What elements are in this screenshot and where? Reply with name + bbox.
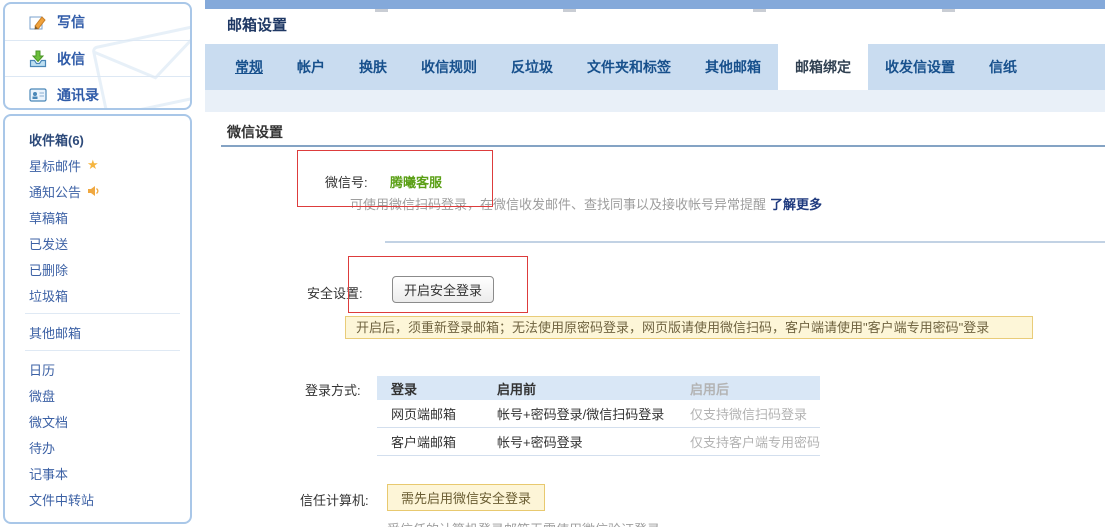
artifact-dash (563, 9, 576, 12)
sidebar-item-inbox[interactable]: 收件箱(6) (5, 126, 190, 152)
artifact-dash (753, 9, 766, 12)
learn-more-link[interactable]: 了解更多 (770, 197, 822, 212)
col-before-enable: 启用前 (497, 379, 690, 398)
weidisk-label: 微盘 (29, 386, 55, 405)
col-login: 登录 (377, 379, 497, 398)
annotation-box-secure-login (348, 256, 528, 313)
top-accent-bar (205, 0, 1105, 9)
todo-label: 待办 (29, 438, 55, 457)
sent-label: 已发送 (29, 234, 68, 253)
deleted-label: 已删除 (29, 260, 68, 279)
artifact-dash (942, 9, 955, 12)
section-divider (221, 145, 1105, 147)
tab-mail-rules[interactable]: 收信规则 (404, 44, 494, 90)
annotation-box-wechat-id (297, 150, 493, 207)
login-methods-table: 登录 启用前 启用后 网页端邮箱 帐号+密码登录/微信扫码登录 仅支持微信扫码登… (377, 376, 820, 456)
sidebar-item-weidisk[interactable]: 微盘 (5, 382, 190, 408)
trusted-computer-label: 信任计算机: (300, 490, 369, 509)
page-title: 邮箱设置 (227, 14, 287, 35)
col-after-enable: 启用后 (690, 379, 820, 398)
sidebar-item-contacts[interactable]: 通讯录 (5, 76, 190, 110)
tab-stationery[interactable]: 信纸 (972, 44, 1034, 90)
sidebar-item-starred[interactable]: 星标邮件 ★ (5, 152, 190, 178)
table-header-row: 登录 启用前 启用后 (377, 376, 820, 400)
trusted-computer-badge: 需先启用微信安全登录 (387, 484, 545, 511)
tab-general[interactable]: 常规 (218, 44, 280, 90)
sidebar-divider (25, 313, 180, 314)
sidebar-item-notices[interactable]: 通知公告 (5, 178, 190, 204)
other-mailbox-label: 其他邮箱 (29, 323, 81, 342)
notices-label: 通知公告 (29, 182, 81, 201)
sidebar-item-receive[interactable]: 收信 (5, 40, 190, 76)
wechat-settings-heading: 微信设置 (227, 122, 283, 142)
tab-account[interactable]: 帐户 (280, 44, 342, 90)
tab-mailbox-binding[interactable]: 邮箱绑定 (778, 44, 868, 90)
settings-tabbar: 常规 帐户 换肤 收信规则 反垃圾 文件夹和标签 其他邮箱 邮箱绑定 收发信设置… (205, 44, 1105, 90)
starred-label: 星标邮件 (29, 156, 81, 175)
receive-icon (29, 50, 47, 68)
sidebar-item-calendar[interactable]: 日历 (5, 356, 190, 382)
junk-label: 垃圾箱 (29, 286, 68, 305)
tab-skin[interactable]: 换肤 (342, 44, 404, 90)
tab-other-mailbox[interactable]: 其他邮箱 (688, 44, 778, 90)
sidebar-item-compose[interactable]: 写信 (5, 4, 190, 40)
app-window: 写信 收信 通讯录 收件箱(6) 星标邮 (0, 0, 1105, 527)
sidebar-folders-panel: 收件箱(6) 星标邮件 ★ 通知公告 草稿箱 已发送 已删除 (3, 114, 192, 524)
trusted-computer-description: 受信任的计算机登录邮箱无需使用微信验证登录 (387, 519, 660, 527)
speaker-icon (87, 185, 100, 197)
inbox-label: 收件箱(6) (29, 130, 84, 149)
compose-label: 写信 (57, 12, 85, 32)
sidebar-item-deleted[interactable]: 已删除 (5, 256, 190, 282)
receive-label: 收信 (57, 49, 85, 69)
sidebar-divider (25, 350, 180, 351)
table-row-webmail: 网页端邮箱 帐号+密码登录/微信扫码登录 仅支持微信扫码登录 (377, 400, 820, 428)
tab-send-receive-settings[interactable]: 收发信设置 (868, 44, 972, 90)
sidebar-item-file-transfer[interactable]: 文件中转站 (5, 486, 190, 512)
weidoc-label: 微文档 (29, 412, 68, 431)
sidebar-item-junk[interactable]: 垃圾箱 (5, 282, 190, 308)
calendar-label: 日历 (29, 360, 55, 379)
tabbar-lower-strip (205, 90, 1105, 112)
sidebar-item-sent[interactable]: 已发送 (5, 230, 190, 256)
content-divider (385, 241, 1105, 243)
tab-antispam[interactable]: 反垃圾 (494, 44, 570, 90)
star-icon: ★ (87, 157, 99, 173)
sidebar-item-todo[interactable]: 待办 (5, 434, 190, 460)
login-methods-label: 登录方式: (305, 380, 361, 399)
sidebar-actions-panel: 写信 收信 通讯录 (3, 2, 192, 110)
table-row-client: 客户端邮箱 帐号+密码登录 仅支持客户端专用密码 (377, 428, 820, 456)
sidebar-item-weidoc[interactable]: 微文档 (5, 408, 190, 434)
sidebar-item-other-mailbox[interactable]: 其他邮箱 (5, 319, 190, 345)
file-transfer-label: 文件中转站 (29, 490, 94, 509)
notebook-label: 记事本 (29, 464, 68, 483)
sidebar-item-notebook[interactable]: 记事本 (5, 460, 190, 486)
contacts-label: 通讯录 (57, 85, 99, 105)
secure-login-warning: 开启后，须重新登录邮箱；无法使用原密码登录，网页版请使用微信扫码，客户端请使用"… (345, 316, 1033, 339)
contacts-icon (29, 86, 47, 104)
drafts-label: 草稿箱 (29, 208, 68, 227)
sidebar-item-drafts[interactable]: 草稿箱 (5, 204, 190, 230)
compose-icon (29, 13, 47, 31)
tab-folders-labels[interactable]: 文件夹和标签 (570, 44, 688, 90)
artifact-dash (375, 9, 388, 12)
